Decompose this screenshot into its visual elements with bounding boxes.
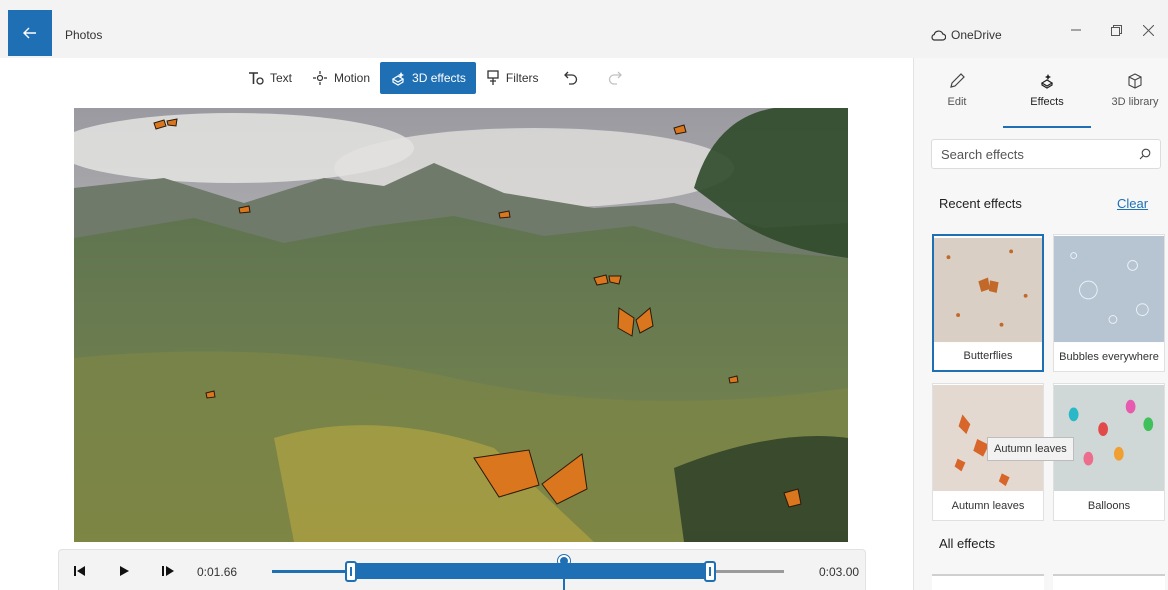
- butterflies-thumbnail: [934, 237, 1042, 343]
- trim-end-handle[interactable]: [703, 561, 716, 582]
- tab-edit[interactable]: Edit: [921, 66, 993, 126]
- pencil-icon: [950, 73, 965, 88]
- play-icon: [120, 566, 129, 576]
- motion-tool-button[interactable]: Motion: [302, 62, 380, 94]
- undo-icon: [563, 71, 577, 85]
- minimize-button[interactable]: [1056, 18, 1096, 42]
- 3d-effects-tool-button[interactable]: 3D effects: [380, 62, 476, 94]
- tab-3d-library[interactable]: 3D library: [1099, 66, 1168, 126]
- effect-card-label: Butterflies: [963, 350, 1013, 362]
- text-tool-label: Text: [270, 71, 293, 85]
- end-time: 0:03.00: [819, 565, 860, 579]
- onedrive-status[interactable]: OneDrive: [930, 28, 1002, 42]
- 3d-effects-icon: [391, 72, 405, 86]
- current-time: 0:01.66: [197, 565, 238, 579]
- search-icon[interactable]: [1139, 148, 1151, 160]
- tab-3d-library-label: 3D library: [1111, 96, 1159, 108]
- all-effects-heading: All effects: [939, 536, 996, 551]
- effects-icon: [1040, 74, 1054, 89]
- undo-button[interactable]: [549, 62, 593, 94]
- motion-icon: [313, 71, 328, 85]
- effect-card-butterflies[interactable]: Butterflies: [932, 234, 1044, 372]
- effect-card-label: Autumn leaves: [951, 500, 1025, 512]
- play-button[interactable]: [115, 562, 133, 580]
- search-effects-box[interactable]: [931, 139, 1161, 169]
- effect-card-label: Bubbles everywhere: [1059, 351, 1159, 363]
- motion-tool-label: Motion: [334, 71, 371, 85]
- playback-bar: 0:01.66 0:03.00: [58, 549, 866, 590]
- tab-effects-label: Effects: [1030, 96, 1064, 108]
- step-forward-icon: [162, 566, 174, 576]
- next-frame-button[interactable]: [159, 562, 177, 580]
- video-preview[interactable]: [74, 108, 848, 542]
- text-tool-button[interactable]: Text: [238, 62, 302, 94]
- bubbles-thumbnail: [1054, 235, 1164, 343]
- step-back-icon: [74, 566, 85, 576]
- redo-icon: [608, 71, 622, 85]
- onedrive-label: OneDrive: [951, 28, 1002, 42]
- tab-effects[interactable]: Effects: [1011, 66, 1083, 126]
- filters-tool-label: Filters: [505, 71, 539, 85]
- effect-card-bubbles[interactable]: Bubbles everywhere: [1053, 234, 1165, 372]
- previous-frame-button[interactable]: [71, 562, 89, 580]
- title-bar: Photos OneDrive: [0, 0, 1168, 58]
- app-title: Photos: [65, 28, 103, 42]
- minimize-icon: [1071, 29, 1081, 31]
- back-arrow-icon: [23, 27, 36, 39]
- 3d-effects-tool-label: 3D effects: [412, 71, 466, 85]
- clear-recent-link[interactable]: Clear: [1117, 196, 1148, 211]
- filters-icon: [487, 70, 499, 85]
- filters-tool-button[interactable]: Filters: [476, 62, 549, 94]
- text-icon: [249, 72, 264, 85]
- editor-toolbar: Text Motion 3D effects Filters: [238, 62, 637, 94]
- effect-card-peek[interactable]: [1053, 574, 1165, 590]
- effect-card-peek[interactable]: [932, 574, 1044, 590]
- close-icon: [1142, 24, 1154, 36]
- close-button[interactable]: [1128, 18, 1168, 42]
- trim-selection: [351, 563, 710, 579]
- recent-effects-heading: Recent effects: [939, 196, 1022, 211]
- back-button[interactable]: [8, 10, 52, 56]
- restore-icon: [1110, 24, 1122, 36]
- mountain-landscape-image: [74, 108, 848, 542]
- active-tab-indicator: [1003, 126, 1091, 128]
- trim-start-handle[interactable]: [345, 561, 358, 582]
- redo-button[interactable]: [593, 62, 637, 94]
- cloud-icon: [931, 30, 946, 41]
- cube-icon: [1128, 73, 1142, 89]
- tab-edit-label: Edit: [947, 96, 967, 108]
- effect-tooltip: Autumn leaves: [987, 437, 1074, 461]
- effect-card-label: Balloons: [1087, 500, 1131, 512]
- search-effects-input[interactable]: [941, 146, 1139, 162]
